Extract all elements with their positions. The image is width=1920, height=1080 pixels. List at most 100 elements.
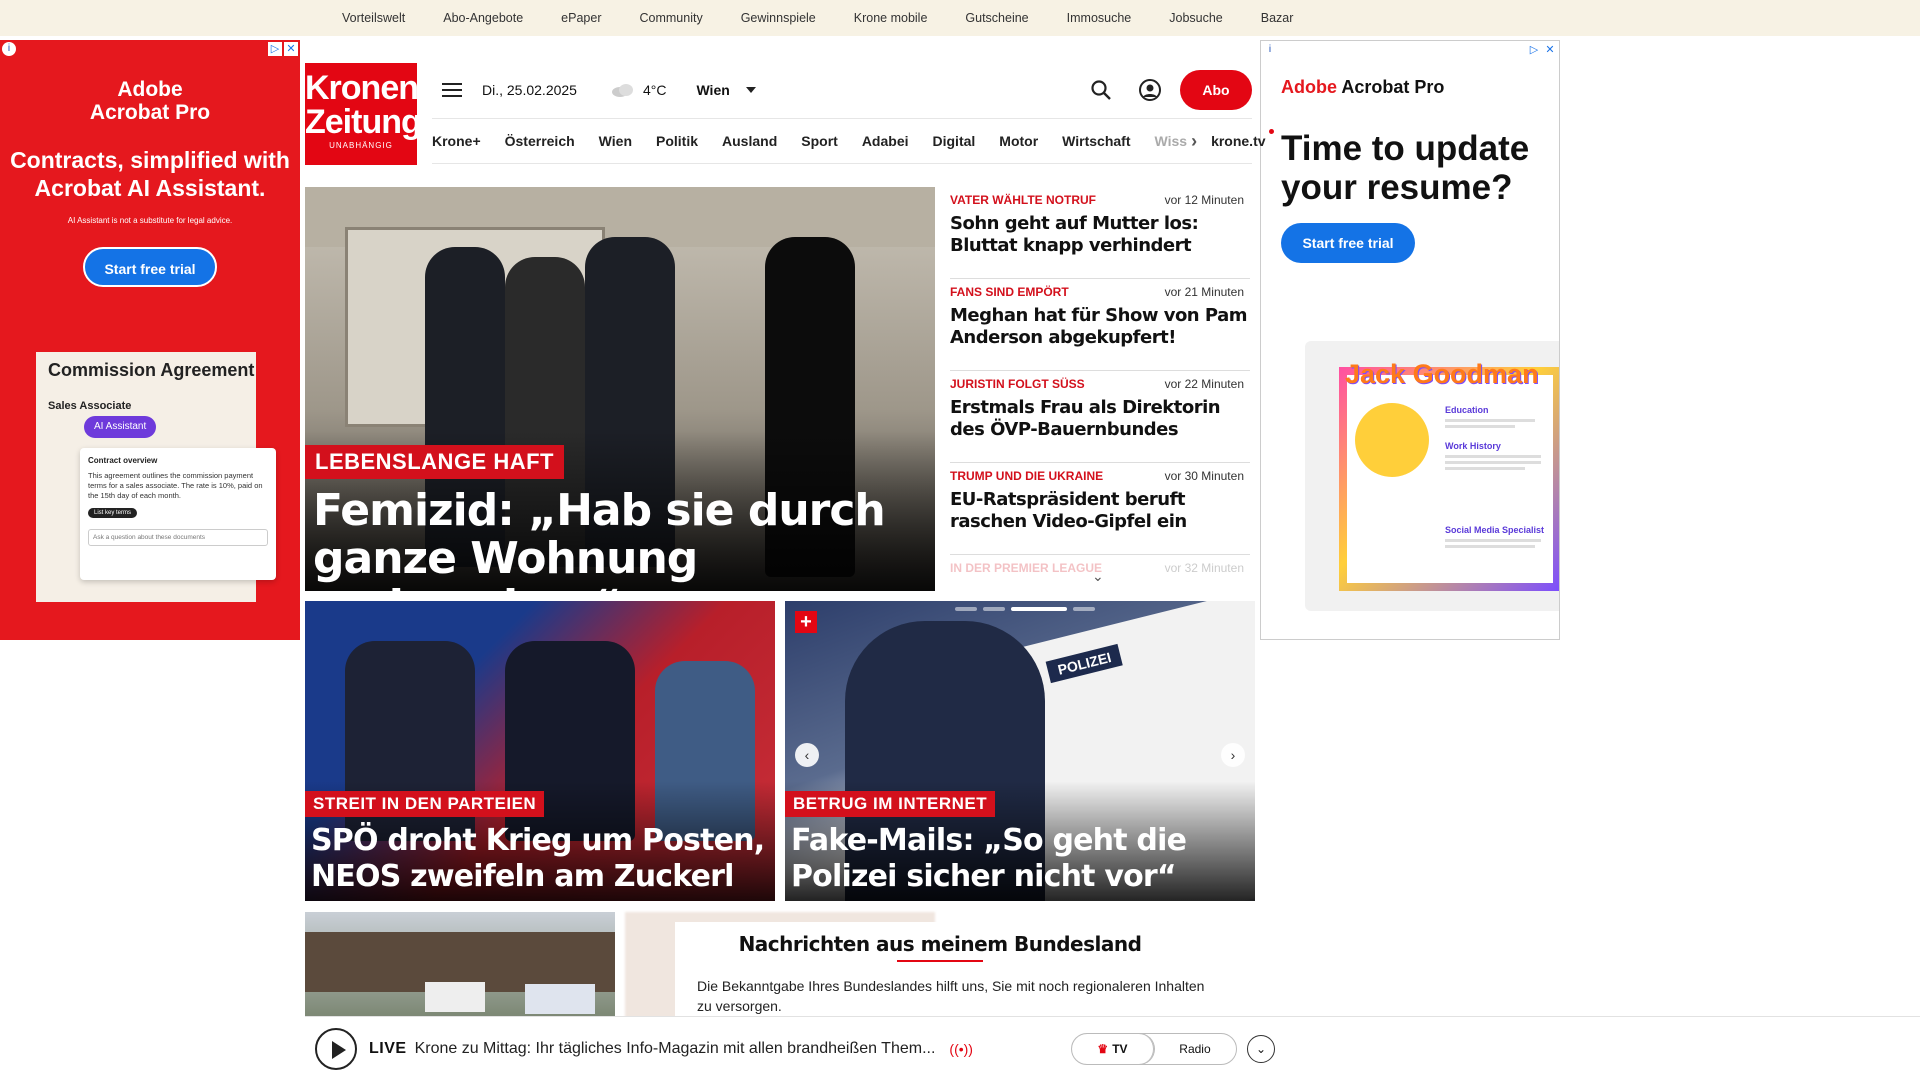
popup-button: List key terms (88, 508, 138, 518)
ai-assistant-pill: AI Assistant (84, 416, 157, 438)
nav-item-krone-tv[interactable]: krone.tv (1211, 129, 1275, 149)
ad-brand-product: Acrobat Pro (1337, 77, 1445, 97)
topbar-link-immosuche[interactable]: Immosuche (1067, 11, 1132, 25)
nav-item-politik[interactable]: Politik (656, 133, 698, 149)
site-header: Di., 25.02.2025 4°C Wien Abo (432, 68, 1252, 112)
search-icon[interactable] (1090, 79, 1112, 101)
carousel-next-button[interactable]: › (1221, 743, 1245, 767)
nav-item-digital[interactable]: Digital (933, 133, 976, 149)
ad-headline: Time to update your resume? (1281, 129, 1530, 207)
news-title[interactable]: Sohn geht auf Mutter los: Bluttat knapp … (950, 213, 1250, 257)
region-title-underline (897, 960, 983, 962)
popup-ask-field: Ask a question about these documents (88, 529, 268, 546)
ad-controls: ▷ ✕ (1527, 43, 1557, 57)
city-selector[interactable]: Wien (696, 82, 729, 98)
topbar-link-gutscheine[interactable]: Gutscheine (965, 11, 1028, 25)
ad-close-icon[interactable]: ✕ (1543, 43, 1557, 57)
carousel-prev-button[interactable]: ‹ (795, 743, 819, 767)
left-ad-banner[interactable]: i ▷ ✕ Adobe Acrobat Pro Contracts, simpl… (0, 40, 300, 640)
news-title[interactable]: Erstmals Frau als Direktorin des ÖVP-Bau… (950, 397, 1250, 441)
ad-cta-button[interactable]: Start free trial (83, 247, 217, 287)
news-time: vor 32 Minuten (1164, 561, 1244, 575)
news-time: vor 12 Minuten (1164, 193, 1244, 207)
menu-icon[interactable] (442, 83, 462, 97)
tv-toggle[interactable]: ♛ TV (1072, 1033, 1154, 1064)
region-title: Nachrichten aus meinem Bundesland (738, 932, 1142, 956)
ad-brand-adobe: Adobe (1281, 77, 1337, 97)
chevron-down-icon[interactable]: ⌄ (1246, 1034, 1275, 1063)
news-time: vor 30 Minuten (1164, 469, 1244, 483)
ad-info-icon[interactable]: i (1263, 43, 1277, 57)
nav-item-oesterreich[interactable]: Österreich (505, 133, 575, 149)
ad-info-icon[interactable]: i (2, 42, 16, 56)
nav-item-wirtschaft[interactable]: Wirtschaft (1062, 133, 1130, 149)
nav-item-sport[interactable]: Sport (801, 133, 838, 149)
logo-tagline: UNABHÄNGIG (329, 141, 393, 150)
ad-brand: Adobe Acrobat Pro (1281, 77, 1444, 98)
topbar-link-abo-angebote[interactable]: Abo-Angebote (443, 11, 523, 25)
doc-subtitle: Sales Associate (48, 400, 132, 412)
top-meta-bar: Vorteilswelt Abo-Angebote ePaper Communi… (0, 0, 1920, 36)
hero-kicker: LEBENSLANGE HAFT (305, 445, 564, 479)
hero-title[interactable]: Femizid: „Hab sie durch ganze Wohnung ge… (313, 487, 913, 592)
ad-headline: Contracts, simplified with Acrobat AI As… (10, 147, 290, 201)
card-kicker: BETRUG IM INTERNET (785, 791, 996, 817)
news-title[interactable]: EU-Ratspräsident beruft raschen Video-Gi… (950, 489, 1250, 533)
nav-item-wien[interactable]: Wien (599, 133, 632, 149)
hero-article[interactable]: LEBENSLANGE HAFT Femizid: „Hab sie durch… (305, 187, 935, 591)
topbar-link-gewinnspiele[interactable]: Gewinnspiele (741, 11, 816, 25)
chevron-right-icon[interactable]: › (1191, 131, 1197, 152)
carousel-dots (955, 607, 1095, 611)
radio-toggle[interactable]: Radio (1154, 1034, 1236, 1064)
news-title[interactable]: Meghan hat für Show von Pam Anderson abg… (950, 305, 1250, 349)
main-nav: Krone+ Österreich Wien Politik Ausland S… (432, 118, 1275, 164)
account-icon[interactable] (1138, 78, 1162, 102)
play-icon[interactable] (315, 1027, 357, 1070)
temperature: 4°C (642, 82, 667, 98)
ad-cta-button[interactable]: Start free trial (1281, 223, 1415, 263)
media-switch: ♛ TV Radio (1070, 1032, 1237, 1065)
laptop-illustration: Jack Goodman Education Work History Soci… (1305, 341, 1559, 611)
topbar-link-jobsuche[interactable]: Jobsuche (1169, 11, 1223, 25)
news-time: vor 21 Minuten (1164, 285, 1244, 299)
nav-item-ausland[interactable]: Ausland (722, 133, 777, 149)
article-card[interactable]: STREIT IN DEN PARTEIEN SPÖ droht Krieg u… (305, 601, 775, 901)
logo-line1: Kronen (305, 69, 419, 107)
news-item[interactable]: VATER WÄHLTE NOTRUF vor 12 Minuten Sohn … (950, 187, 1250, 279)
ad-brand: Adobe Acrobat Pro (89, 78, 211, 124)
topbar-link-epaper[interactable]: ePaper (561, 11, 601, 25)
topbar-link-bazar[interactable]: Bazar (1261, 11, 1294, 25)
news-item[interactable]: FANS SIND EMPÖRT vor 21 Minuten Meghan h… (950, 279, 1250, 371)
topbar-link-community[interactable]: Community (639, 11, 702, 25)
krone-plus-badge: + (795, 611, 817, 633)
card-title[interactable]: Fake-Mails: „So geht die Polizei sicher … (791, 823, 1251, 895)
ad-choices-icon[interactable]: ▷ (268, 42, 282, 56)
doc-title: Commission Agreement (48, 360, 255, 380)
news-item[interactable]: TRUMP UND DIE UKRAINE vor 30 Minuten EU-… (950, 463, 1250, 555)
krone-logo[interactable]: Kronen Zeitung UNABHÄNGIG (305, 63, 422, 165)
right-ad-banner[interactable]: i ▷ ✕ Adobe Acrobat Pro Time to update y… (1260, 40, 1560, 640)
resume-section-social: Social Media Specialist (1445, 525, 1545, 535)
live-title[interactable]: Krone zu Mittag: Ihr tägliches Info-Maga… (415, 1040, 936, 1058)
resume-avatar (1355, 403, 1429, 477)
resume-name: Jack Goodman (1345, 359, 1539, 389)
nav-item-krone-plus[interactable]: Krone+ (432, 133, 481, 149)
card-title[interactable]: SPÖ droht Krieg um Posten, NEOS zweifeln… (311, 823, 771, 895)
nav-item-wissen[interactable]: Wiss (1155, 133, 1188, 149)
topbar-link-krone-mobile[interactable]: Krone mobile (854, 11, 928, 25)
nav-item-adabei[interactable]: Adabei (862, 133, 909, 149)
news-item[interactable]: JURISTIN FOLGT SÜSS vor 22 Minuten Erstm… (950, 371, 1250, 463)
ad-close-icon[interactable]: ✕ (284, 42, 298, 56)
resume-preview: Jack Goodman Education Work History Soci… (1339, 359, 1559, 591)
article-card-carousel[interactable]: POLIZEI + ‹ › BETRUG IM INTERNET Fake-Ma… (785, 601, 1255, 901)
ad-choices-icon[interactable]: ▷ (1527, 43, 1541, 57)
chevron-down-icon[interactable] (745, 87, 756, 93)
topbar-link-vorteilswelt[interactable]: Vorteilswelt (342, 11, 405, 25)
chevron-down-icon[interactable]: ⌄ (1092, 568, 1104, 585)
cloud-icon (611, 84, 633, 97)
current-date: Di., 25.02.2025 (482, 82, 577, 98)
abo-button[interactable]: Abo (1180, 70, 1252, 110)
ad-controls: ▷ ✕ (268, 42, 298, 56)
contract-overview-popup: Contract overview This agreement outline… (80, 448, 276, 580)
nav-item-motor[interactable]: Motor (999, 133, 1038, 149)
